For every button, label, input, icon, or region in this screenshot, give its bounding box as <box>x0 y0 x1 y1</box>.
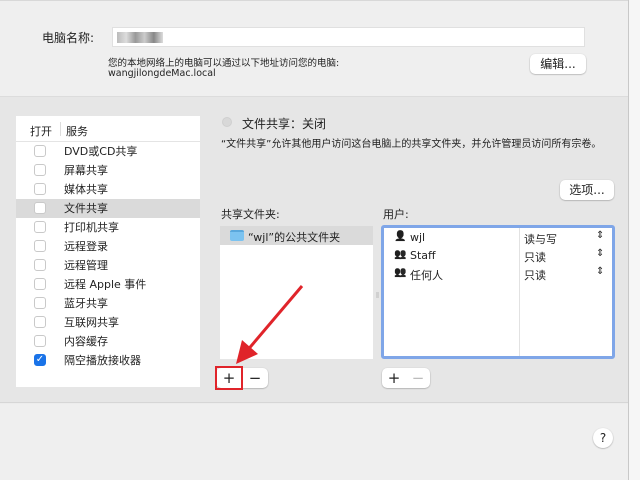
folders-label: 共享文件夹: <box>221 208 280 221</box>
col-on-header: 打开 <box>30 125 52 138</box>
service-row[interactable]: ✓ 隔空播放接收器 <box>16 351 200 370</box>
service-label: DVD或CD共享 <box>64 145 138 158</box>
footer-section <box>0 404 628 480</box>
service-label: 蓝牙共享 <box>64 297 108 310</box>
address-hint: 您的本地网络上的电脑可以通过以下地址访问您的电脑: <box>108 58 340 69</box>
remove-user-button[interactable]: − <box>406 368 430 388</box>
service-label: 文件共享 <box>64 202 108 215</box>
service-label: 远程 Apple 事件 <box>64 278 147 291</box>
stepper-icon[interactable]: ⇕ <box>596 230 604 241</box>
folder-name: “wjl”的公共文件夹 <box>248 231 341 244</box>
computer-name-label: 电脑名称: <box>42 31 95 45</box>
blurred-name <box>117 32 163 43</box>
everyone-icon: 👥 <box>394 267 407 278</box>
add-user-button[interactable]: + <box>382 368 406 388</box>
description: “文件共享”允许其他用户访问这台电脑上的共享文件夹，并允许管理员访问所有宗卷。 <box>221 139 602 150</box>
edit-button[interactable]: 编辑... <box>530 54 586 74</box>
service-checkbox[interactable] <box>34 221 46 233</box>
computer-name-input[interactable] <box>112 27 585 47</box>
user-name: wjl <box>410 231 426 244</box>
remove-folder-button[interactable]: − <box>242 368 268 388</box>
stepper-icon[interactable]: ⇕ <box>596 266 604 277</box>
service-row[interactable]: DVD或CD共享 <box>16 142 200 161</box>
service-label: 屏幕共享 <box>64 164 108 177</box>
user-name: 任何人 <box>410 269 443 282</box>
service-label: 远程登录 <box>64 240 108 253</box>
service-row[interactable]: 互联网共享 <box>16 313 200 332</box>
permission-select[interactable]: 只读 <box>524 267 546 283</box>
service-label: 内容缓存 <box>64 335 108 348</box>
service-checkbox[interactable] <box>34 202 46 214</box>
user-row[interactable]: 👥 Staff 只读 ⇕ <box>384 248 612 266</box>
split-handle[interactable] <box>376 292 379 298</box>
annotation-arrow-icon <box>236 285 304 364</box>
user-buttons: + − <box>382 368 430 388</box>
service-row[interactable]: 远程登录 <box>16 237 200 256</box>
service-row[interactable]: 蓝牙共享 <box>16 294 200 313</box>
service-checkbox[interactable] <box>34 297 46 309</box>
service-label: 打印机共享 <box>64 221 119 234</box>
permission-select[interactable]: 只读 <box>524 249 546 265</box>
options-button[interactable]: 选项... <box>560 180 614 200</box>
folder-item[interactable]: “wjl”的公共文件夹 <box>220 226 373 245</box>
folder-icon <box>230 230 244 241</box>
stepper-icon[interactable]: ⇕ <box>596 248 604 259</box>
local-address: wangjilongdeMac.local <box>108 68 216 79</box>
service-checkbox[interactable] <box>34 164 46 176</box>
user-name: Staff <box>410 249 436 262</box>
user-icon: 👤 <box>394 231 407 242</box>
service-checkbox[interactable] <box>34 335 46 347</box>
service-checkbox[interactable] <box>34 259 46 271</box>
service-row[interactable]: 远程 Apple 事件 <box>16 275 200 294</box>
service-checkbox[interactable] <box>34 278 46 290</box>
status-indicator-icon <box>222 117 232 127</box>
service-row[interactable]: 打印机共享 <box>16 218 200 237</box>
service-row[interactable]: 内容缓存 <box>16 332 200 351</box>
service-label: 媒体共享 <box>64 183 108 196</box>
users-table: 👤 wjl 读与写 ⇕ 👥 Staff 只读 ⇕ 👥 任何人 只读 ⇕ <box>381 225 615 359</box>
col-service-header: 服务 <box>66 125 88 138</box>
help-button[interactable]: ? <box>593 428 613 448</box>
service-row[interactable]: 文件共享 <box>16 199 200 218</box>
service-checkbox[interactable] <box>34 240 46 252</box>
service-checkbox[interactable] <box>34 145 46 157</box>
service-checkbox[interactable] <box>34 183 46 195</box>
service-label: 隔空播放接收器 <box>64 354 141 367</box>
service-row[interactable]: 媒体共享 <box>16 180 200 199</box>
group-icon: 👥 <box>394 249 407 260</box>
service-row[interactable]: 屏幕共享 <box>16 161 200 180</box>
computer-name-section <box>0 0 628 97</box>
window-edge <box>628 0 640 480</box>
users-label: 用户: <box>383 208 409 221</box>
status-title: 文件共享：关闭 <box>242 117 327 131</box>
user-row[interactable]: 👤 wjl 读与写 ⇕ <box>384 230 612 248</box>
permission-select[interactable]: 读与写 <box>524 231 557 247</box>
service-checkbox[interactable] <box>34 316 46 328</box>
user-row[interactable]: 👥 任何人 只读 ⇕ <box>384 266 612 284</box>
service-label: 互联网共享 <box>64 316 119 329</box>
service-checkbox[interactable]: ✓ <box>34 354 46 366</box>
service-row[interactable]: 远程管理 <box>16 256 200 275</box>
service-label: 远程管理 <box>64 259 108 272</box>
